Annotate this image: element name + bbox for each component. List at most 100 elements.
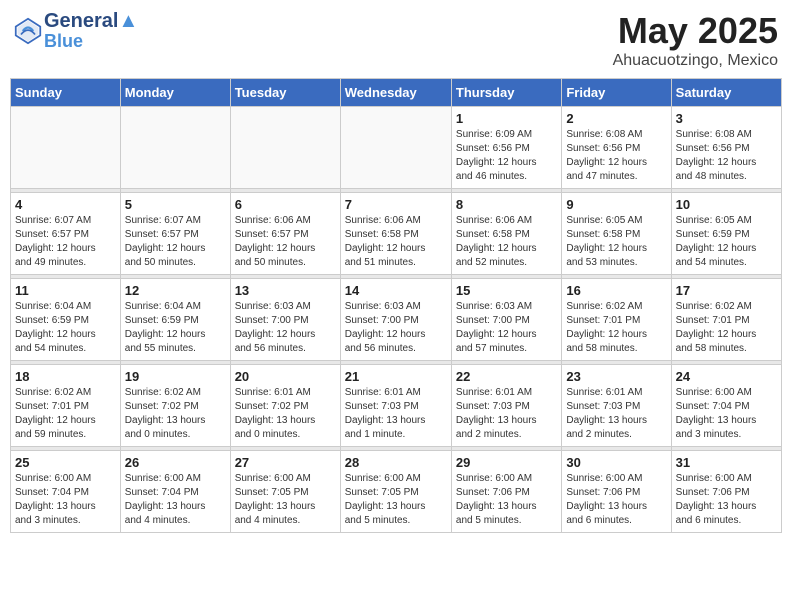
day-number: 9 <box>566 197 666 212</box>
weekday-header-monday: Monday <box>120 79 230 107</box>
day-info: Sunrise: 6:02 AM Sunset: 7:02 PM Dayligh… <box>125 386 226 442</box>
day-number: 11 <box>15 283 116 298</box>
calendar-day-25: 25Sunrise: 6:00 AM Sunset: 7:04 PM Dayli… <box>11 451 121 533</box>
day-info: Sunrise: 6:03 AM Sunset: 7:00 PM Dayligh… <box>345 300 447 356</box>
day-number: 2 <box>566 111 666 126</box>
day-number: 26 <box>125 455 226 470</box>
calendar-day-23: 23 Sunrise: 6:01 AM Sunset: 7:03 PM Dayli… <box>562 365 671 447</box>
calendar-week-row: 1 Sunrise: 6:09 AM Sunset: 6:56 PM Daylig… <box>11 107 782 189</box>
calendar-day-17: 17Sunrise: 6:02 AM Sunset: 7:01 PM Dayli… <box>671 279 781 361</box>
calendar-day-26: 26 Sunrise: 6:00 AM Sunset: 7:04 PM Dayli… <box>120 451 230 533</box>
day-number: 31 <box>676 455 777 470</box>
calendar-day-12: 12Sunrise: 6:04 AM Sunset: 6:59 PM Dayli… <box>120 279 230 361</box>
day-info: Sunrise: 6:01 AM Sunset: 7:03 PM Dayligh… <box>566 386 666 442</box>
calendar-day-20: 20Sunrise: 6:01 AM Sunset: 7:02 PM Dayli… <box>230 365 340 447</box>
weekday-header-saturday: Saturday <box>671 79 781 107</box>
day-number: 14 <box>345 283 447 298</box>
day-number: 20 <box>235 369 336 384</box>
day-info: Sunrise: 6:00 AM Sunset: 7:04 PM Dayligh… <box>676 386 777 442</box>
day-number: 5 <box>125 197 226 212</box>
calendar-day-2: 2 Sunrise: 6:08 AM Sunset: 6:56 PM Daylig… <box>562 107 671 189</box>
day-info: Sunrise: 6:05 AM Sunset: 6:58 PM Dayligh… <box>566 214 666 270</box>
weekday-header-thursday: Thursday <box>451 79 561 107</box>
day-info: Sunrise: 6:04 AM Sunset: 6:59 PM Dayligh… <box>15 300 116 356</box>
calendar-empty <box>340 107 451 189</box>
weekday-header-tuesday: Tuesday <box>230 79 340 107</box>
calendar-day-5: 5 Sunrise: 6:07 AM Sunset: 6:57 PM Daylig… <box>120 193 230 275</box>
calendar-day-9: 9 Sunrise: 6:05 AM Sunset: 6:58 PM Daylig… <box>562 193 671 275</box>
day-info: Sunrise: 6:00 AM Sunset: 7:06 PM Dayligh… <box>676 472 777 528</box>
day-info: Sunrise: 6:00 AM Sunset: 7:06 PM Dayligh… <box>566 472 666 528</box>
day-number: 16 <box>566 283 666 298</box>
day-number: 4 <box>15 197 116 212</box>
day-number: 3 <box>676 111 777 126</box>
day-info: Sunrise: 6:08 AM Sunset: 6:56 PM Dayligh… <box>566 128 666 184</box>
calendar-day-13: 13 Sunrise: 6:03 AM Sunset: 7:00 PM Dayli… <box>230 279 340 361</box>
day-number: 6 <box>235 197 336 212</box>
calendar-empty <box>11 107 121 189</box>
day-number: 13 <box>235 283 336 298</box>
calendar-day-18: 18 Sunrise: 6:02 AM Sunset: 7:01 PM Dayli… <box>11 365 121 447</box>
weekday-header-wednesday: Wednesday <box>340 79 451 107</box>
day-number: 17 <box>676 283 777 298</box>
day-number: 19 <box>125 369 226 384</box>
weekday-header-sunday: Sunday <box>11 79 121 107</box>
day-info: Sunrise: 6:09 AM Sunset: 6:56 PM Dayligh… <box>456 128 557 184</box>
calendar-day-22: 22 Sunrise: 6:01 AM Sunset: 7:03 PM Dayli… <box>451 365 561 447</box>
location: Ahuacuotzingo, Mexico <box>613 52 778 70</box>
page-header: General▲ Blue May 2025 Ahuacuotzingo, Me… <box>10 10 782 70</box>
day-number: 28 <box>345 455 447 470</box>
day-info: Sunrise: 6:00 AM Sunset: 7:04 PM Dayligh… <box>15 472 116 528</box>
calendar-day-19: 19 Sunrise: 6:02 AM Sunset: 7:02 PM Dayli… <box>120 365 230 447</box>
day-info: Sunrise: 6:08 AM Sunset: 6:56 PM Dayligh… <box>676 128 777 184</box>
day-number: 15 <box>456 283 557 298</box>
day-info: Sunrise: 6:01 AM Sunset: 7:03 PM Dayligh… <box>345 386 447 442</box>
day-number: 21 <box>345 369 447 384</box>
day-number: 22 <box>456 369 557 384</box>
day-number: 30 <box>566 455 666 470</box>
calendar-day-8: 8 Sunrise: 6:06 AM Sunset: 6:58 PM Daylig… <box>451 193 561 275</box>
logo-text: General▲ Blue <box>44 10 138 52</box>
logo-icon <box>14 17 42 45</box>
calendar-day-24: 24Sunrise: 6:00 AM Sunset: 7:04 PM Dayli… <box>671 365 781 447</box>
weekday-header-row: SundayMondayTuesdayWednesdayThursdayFrid… <box>11 79 782 107</box>
calendar-day-27: 27Sunrise: 6:00 AM Sunset: 7:05 PM Dayli… <box>230 451 340 533</box>
calendar-week-row: 4 Sunrise: 6:07 AM Sunset: 6:57 PM Daylig… <box>11 193 782 275</box>
day-info: Sunrise: 6:01 AM Sunset: 7:03 PM Dayligh… <box>456 386 557 442</box>
day-info: Sunrise: 6:03 AM Sunset: 7:00 PM Dayligh… <box>235 300 336 356</box>
title-block: May 2025 Ahuacuotzingo, Mexico <box>613 10 778 70</box>
calendar-day-29: 29 Sunrise: 6:00 AM Sunset: 7:06 PM Dayli… <box>451 451 561 533</box>
calendar-day-1: 1 Sunrise: 6:09 AM Sunset: 6:56 PM Daylig… <box>451 107 561 189</box>
calendar-day-21: 21 Sunrise: 6:01 AM Sunset: 7:03 PM Dayli… <box>340 365 451 447</box>
day-info: Sunrise: 6:06 AM Sunset: 6:58 PM Dayligh… <box>345 214 447 270</box>
calendar-day-4: 4 Sunrise: 6:07 AM Sunset: 6:57 PM Daylig… <box>11 193 121 275</box>
calendar-day-30: 30 Sunrise: 6:00 AM Sunset: 7:06 PM Dayli… <box>562 451 671 533</box>
calendar-week-row: 18 Sunrise: 6:02 AM Sunset: 7:01 PM Dayli… <box>11 365 782 447</box>
calendar-day-28: 28 Sunrise: 6:00 AM Sunset: 7:05 PM Dayli… <box>340 451 451 533</box>
day-info: Sunrise: 6:06 AM Sunset: 6:57 PM Dayligh… <box>235 214 336 270</box>
day-number: 12 <box>125 283 226 298</box>
day-info: Sunrise: 6:00 AM Sunset: 7:05 PM Dayligh… <box>345 472 447 528</box>
day-info: Sunrise: 6:00 AM Sunset: 7:05 PM Dayligh… <box>235 472 336 528</box>
day-number: 29 <box>456 455 557 470</box>
day-info: Sunrise: 6:00 AM Sunset: 7:04 PM Dayligh… <box>125 472 226 528</box>
day-info: Sunrise: 6:05 AM Sunset: 6:59 PM Dayligh… <box>676 214 777 270</box>
day-number: 23 <box>566 369 666 384</box>
day-number: 18 <box>15 369 116 384</box>
day-info: Sunrise: 6:07 AM Sunset: 6:57 PM Dayligh… <box>125 214 226 270</box>
weekday-header-friday: Friday <box>562 79 671 107</box>
calendar-day-10: 10Sunrise: 6:05 AM Sunset: 6:59 PM Dayli… <box>671 193 781 275</box>
day-info: Sunrise: 6:02 AM Sunset: 7:01 PM Dayligh… <box>566 300 666 356</box>
calendar-day-7: 7Sunrise: 6:06 AM Sunset: 6:58 PM Daylig… <box>340 193 451 275</box>
day-info: Sunrise: 6:03 AM Sunset: 7:00 PM Dayligh… <box>456 300 557 356</box>
calendar-day-11: 11 Sunrise: 6:04 AM Sunset: 6:59 PM Dayli… <box>11 279 121 361</box>
day-info: Sunrise: 6:00 AM Sunset: 7:06 PM Dayligh… <box>456 472 557 528</box>
day-number: 8 <box>456 197 557 212</box>
calendar-day-31: 31 Sunrise: 6:00 AM Sunset: 7:06 PM Dayli… <box>671 451 781 533</box>
month-title: May 2025 <box>613 10 778 52</box>
day-info: Sunrise: 6:02 AM Sunset: 7:01 PM Dayligh… <box>15 386 116 442</box>
day-info: Sunrise: 6:07 AM Sunset: 6:57 PM Dayligh… <box>15 214 116 270</box>
day-info: Sunrise: 6:06 AM Sunset: 6:58 PM Dayligh… <box>456 214 557 270</box>
day-number: 1 <box>456 111 557 126</box>
calendar-table: SundayMondayTuesdayWednesdayThursdayFrid… <box>10 78 782 533</box>
